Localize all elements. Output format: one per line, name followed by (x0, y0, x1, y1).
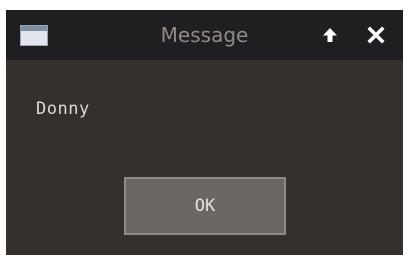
message-text: Donny (36, 99, 90, 119)
maximize-button[interactable] (318, 23, 342, 47)
window-icon (20, 25, 48, 46)
window-title: Message (160, 23, 249, 47)
title-bar[interactable]: Message (6, 10, 403, 60)
message-dialog: Message Donny OK (6, 10, 403, 255)
close-icon (367, 26, 385, 44)
arrow-up-icon (323, 28, 337, 42)
ok-button[interactable]: OK (124, 177, 286, 235)
close-button[interactable] (364, 23, 388, 47)
